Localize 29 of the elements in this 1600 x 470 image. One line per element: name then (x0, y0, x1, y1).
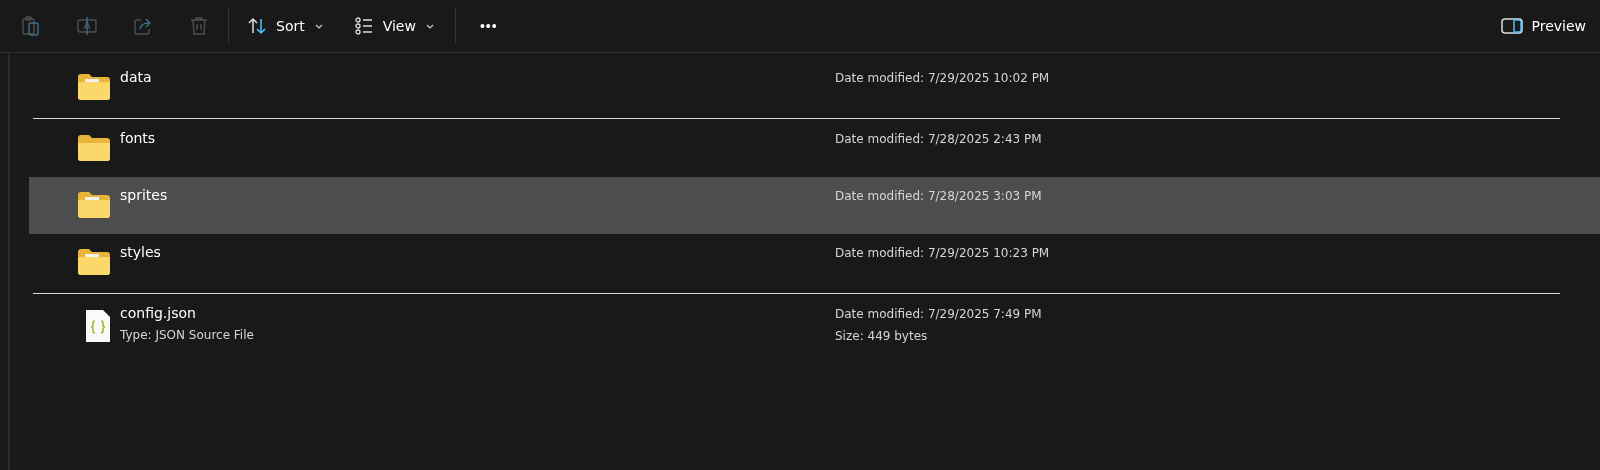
file-row[interactable]: styles Date modified: 7/29/2025 10:23 PM (29, 234, 1600, 291)
file-name: data (120, 69, 153, 85)
preview-pane-icon (1500, 17, 1523, 35)
sort-button[interactable]: Sort (241, 10, 330, 42)
date-modified: Date modified: 7/29/2025 10:02 PM (835, 70, 1050, 85)
file-row[interactable]: config.json Type: JSON Source File Date modified: 7/29/2025 7:49 PM Size: 449 bytes (29, 295, 1600, 352)
file-row[interactable]: sprites Date modified: 7/28/2025 3:03 PM (29, 177, 1600, 234)
date-modified: Date modified: 7/29/2025 7:49 PM (835, 306, 1042, 321)
file-type: Type: JSON Source File (120, 327, 255, 342)
preview-button[interactable]: Preview (1494, 11, 1592, 41)
folder-icon (77, 248, 111, 276)
file-name: fonts (120, 130, 157, 146)
date-modified: Date modified: 7/28/2025 3:03 PM (835, 188, 1042, 203)
file-name: styles (120, 244, 162, 260)
file-row[interactable]: fonts Date modified: 7/28/2025 2:43 PM (29, 120, 1600, 177)
list-view-icon (353, 16, 374, 36)
folder-icon (77, 134, 111, 162)
file-name: config.json (120, 305, 197, 321)
folder-icon (77, 191, 111, 219)
sort-icon (247, 16, 267, 36)
file-size: Size: 449 bytes (835, 328, 929, 343)
file-name: sprites (120, 187, 169, 203)
folder-icon (77, 73, 111, 101)
date-modified: Date modified: 7/28/2025 2:43 PM (835, 131, 1042, 146)
view-button[interactable]: View (347, 10, 441, 42)
file-row[interactable]: data Date modified: 7/29/2025 10:02 PM (29, 59, 1600, 116)
more-button[interactable]: ••• (471, 14, 506, 38)
json-file-icon (85, 309, 111, 343)
date-modified: Date modified: 7/29/2025 10:23 PM (835, 245, 1050, 260)
